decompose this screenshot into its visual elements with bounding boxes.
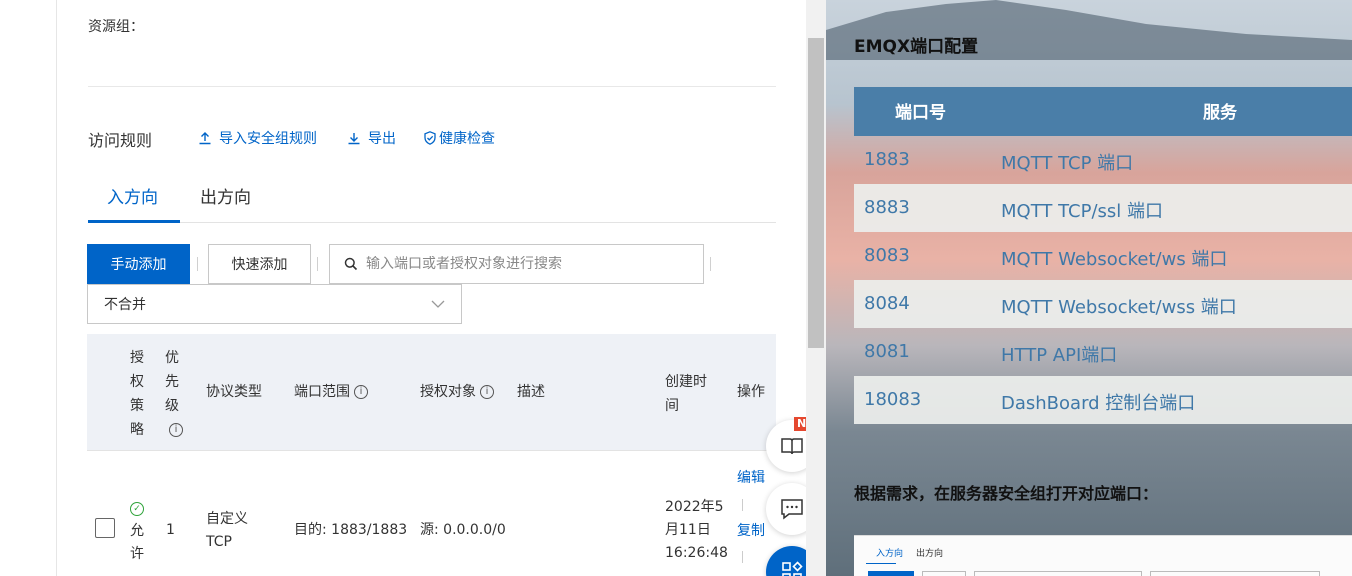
mini-search [974, 571, 1142, 576]
check-circle-icon: ✓ [130, 502, 144, 516]
th-protocol: 协议类型 [206, 384, 262, 400]
tab-bar-line [88, 222, 776, 223]
quick-add-button[interactable]: 快速添加 [208, 244, 311, 284]
edit-link[interactable]: 编辑 [737, 467, 765, 487]
mini-select [1150, 571, 1320, 576]
import-rules-link[interactable]: 导入安全组规则 [197, 128, 317, 148]
resource-group-label: 资源组： [88, 19, 144, 35]
info-icon[interactable]: i [480, 385, 494, 399]
security-group-panel: 资源组： 访问规则 导入安全组规则 导出 健康检查 入方向 出方向 手动添加 快… [0, 0, 826, 576]
th-port: 端口号 [895, 103, 946, 123]
separator [710, 257, 711, 271]
service-cell: MQTT Websocket/wss 端口 [1001, 297, 1237, 318]
service-cell: HTTP API端口 [1001, 345, 1118, 366]
tab-inbound[interactable]: 入方向 [107, 183, 158, 208]
export-label: 导出 [368, 131, 396, 147]
upload-icon [199, 132, 211, 145]
separator [742, 499, 743, 511]
shield-check-icon [424, 131, 436, 145]
th-port-range: 端口范围 i [294, 380, 368, 404]
copy-link[interactable]: 复制 [737, 520, 765, 540]
service-cell: MQTT TCP 端口 [1001, 153, 1134, 174]
active-tab-indicator [88, 220, 180, 223]
apps-icon [782, 561, 803, 576]
th-created-at: 创建时间 [665, 374, 707, 414]
service-cell: DashBoard 控制台端口 [1001, 393, 1196, 414]
separator [317, 257, 318, 271]
download-icon [348, 133, 360, 145]
cell-protocol: 自定义 TCP [206, 511, 248, 550]
access-rules-title: 访问规则 [88, 131, 153, 150]
mini-button [868, 571, 914, 576]
port-cell: 18083 [864, 389, 922, 410]
row-divider [87, 450, 776, 451]
chat-icon [781, 499, 803, 520]
security-group-note: 根据需求，在服务器安全组打开对应端口： [854, 484, 1159, 503]
emqx-port-title: EMQX端口配置 [854, 37, 979, 57]
th-priority: 优先级 i [165, 346, 189, 442]
port-cell: 8883 [864, 197, 910, 218]
info-icon[interactable]: i [354, 385, 368, 399]
search-box[interactable] [329, 244, 704, 284]
emqx-doc-panel: EMQX端口配置 端口号 服务 1883 MQTT TCP 端口 8883 MQ… [826, 0, 1352, 576]
row-checkbox[interactable] [95, 518, 115, 538]
separator [742, 551, 743, 563]
divider [88, 86, 776, 87]
embedded-screenshot: 入方向 出方向 [854, 535, 1352, 576]
service-cell: MQTT Websocket/ws 端口 [1001, 249, 1228, 270]
th-operation: 操作 [737, 384, 765, 400]
merge-select-value: 不合并 [104, 297, 146, 313]
merge-select[interactable]: 不合并 [87, 284, 462, 324]
th-description: 描述 [517, 384, 545, 400]
health-check-link[interactable]: 健康检查 [422, 128, 495, 148]
th-auth-object: 授权对象 i [420, 380, 494, 404]
port-cell: 8083 [864, 245, 910, 266]
cell-port-range: 目的: 1883/1883 [294, 522, 408, 538]
search-input[interactable] [366, 256, 686, 272]
export-link[interactable]: 导出 [346, 128, 396, 148]
book-icon [781, 438, 803, 455]
mini-tab-inbound: 入方向 [876, 549, 904, 559]
cell-priority: 1 [166, 522, 175, 538]
left-border [56, 0, 57, 576]
search-icon [344, 257, 358, 271]
port-cell: 8081 [864, 341, 910, 362]
mini-tab-indicator [866, 563, 896, 564]
mini-tab-outbound: 出方向 [916, 549, 944, 559]
chevron-down-icon [431, 300, 445, 308]
cell-policy: 允许 [130, 523, 144, 562]
port-cell: 8084 [864, 293, 910, 314]
port-cell: 1883 [864, 149, 910, 170]
info-icon: i [169, 423, 183, 437]
import-rules-label: 导入安全组规则 [219, 131, 317, 147]
cell-auth-object: 源: 0.0.0.0/0 [420, 522, 506, 538]
separator [197, 257, 198, 271]
cell-created-at: 2022年5 月11日 16:26:48 [665, 499, 728, 561]
health-check-label: 健康检查 [439, 131, 495, 147]
service-cell: MQTT TCP/ssl 端口 [1001, 201, 1163, 222]
th-policy: 授权策略 [130, 350, 144, 438]
scrollbar-thumb[interactable] [808, 38, 824, 348]
tab-outbound[interactable]: 出方向 [200, 183, 251, 208]
manual-add-button[interactable]: 手动添加 [87, 244, 190, 284]
th-service: 服务 [1203, 103, 1237, 123]
mini-button [922, 571, 966, 576]
